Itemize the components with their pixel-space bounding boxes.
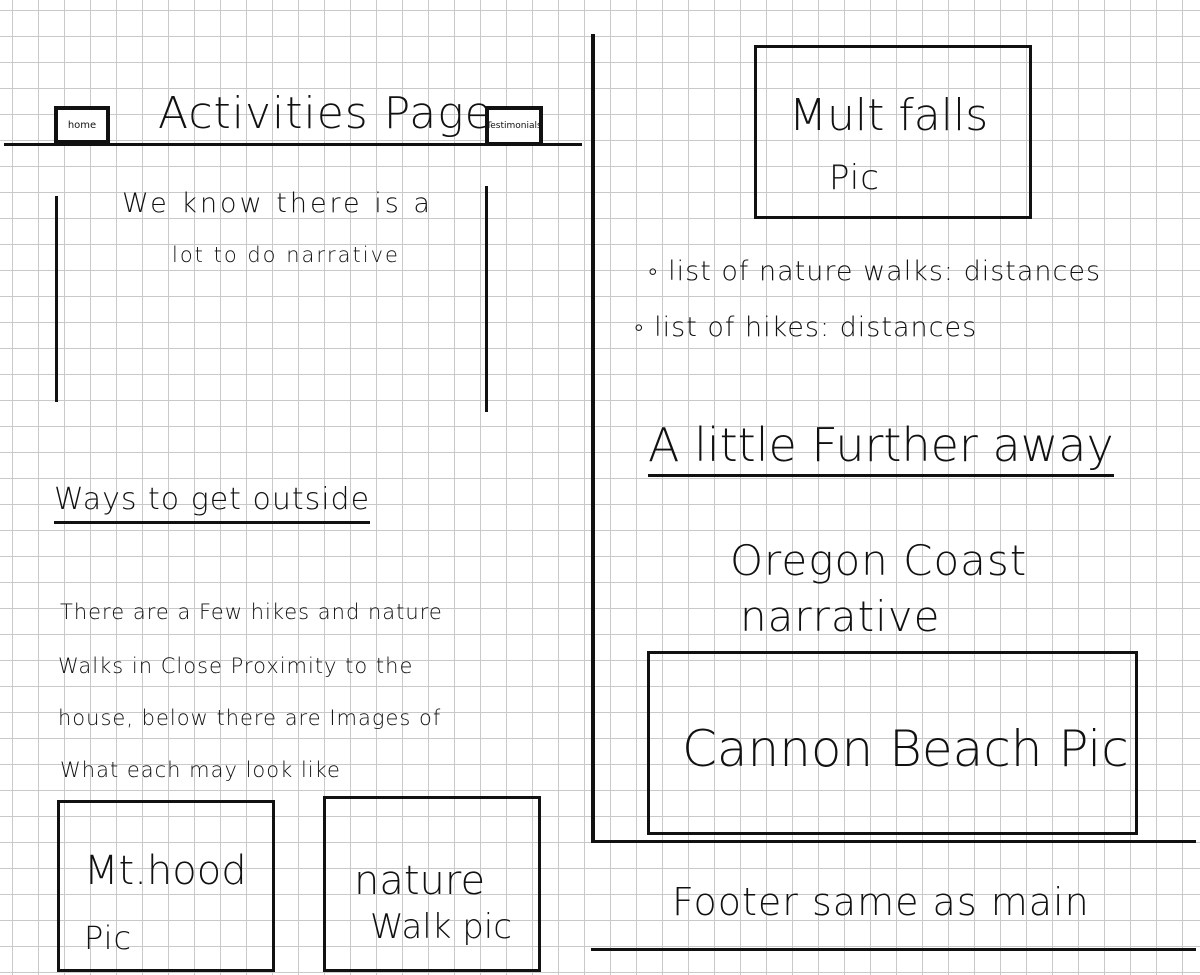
nature-walks-list-label: list of nature walks: distances	[668, 256, 1102, 287]
home-button-label: home	[67, 119, 97, 131]
header-divider	[4, 143, 582, 146]
footer-bottom-divider	[591, 948, 1196, 951]
mt-hood-pic: Mt.hood Pic	[57, 800, 275, 972]
home-button[interactable]: home	[54, 106, 110, 144]
oregon-coast-narrative-line-1: Oregon Coast	[730, 536, 1028, 585]
hikes-list-item: ◦ list of hikes: distances	[634, 312, 977, 343]
intro-left-border	[55, 196, 58, 402]
page-title: Activities Page	[158, 88, 493, 139]
footer-top-divider	[591, 840, 1196, 843]
footer-label: Footer same as main	[672, 880, 1090, 924]
bullet-icon: ◦	[648, 256, 659, 287]
column-divider	[591, 34, 595, 840]
ways-paragraph-line-4: What each may look like	[60, 758, 341, 782]
mt-hood-pic-label-2: Pic	[84, 919, 133, 957]
ways-paragraph-line-2: Walks in Close Proximity to the	[58, 654, 414, 678]
nature-walk-pic: nature Walk pic	[323, 796, 541, 972]
intro-line-2: lot to do narrative	[172, 243, 400, 267]
nature-walk-pic-label-1: nature	[354, 858, 486, 904]
nature-walks-list-item: ◦ list of nature walks: distances	[648, 256, 1101, 287]
further-away-heading: A little Further away	[648, 418, 1114, 477]
cannon-beach-pic-label: Cannon Beach Pic	[682, 720, 1129, 778]
ways-heading: Ways to get outside	[54, 482, 371, 524]
intro-line-1: We know there is a	[122, 188, 433, 219]
testimonials-button[interactable]: Testimonials	[485, 106, 543, 146]
testimonials-button-label: Testimonials	[486, 121, 542, 131]
nature-walk-pic-label-2: Walk pic	[370, 907, 512, 947]
oregon-coast-narrative-line-2: narrative	[740, 592, 941, 641]
ways-paragraph-line-1: There are a Few hikes and nature	[60, 600, 443, 624]
ways-paragraph-line-3: house, below there are Images of	[58, 706, 442, 730]
hikes-list-label: list of hikes: distances	[654, 312, 978, 343]
bullet-icon: ◦	[634, 312, 645, 343]
multnomah-falls-pic-label-1: Mult falls	[789, 90, 989, 141]
cannon-beach-pic: Cannon Beach Pic	[647, 651, 1138, 835]
intro-right-border	[485, 186, 488, 412]
mt-hood-pic-label-1: Mt.hood	[84, 848, 247, 894]
multnomah-falls-pic: Mult falls Pic	[754, 45, 1032, 219]
multnomah-falls-pic-label-2: Pic	[829, 158, 880, 198]
